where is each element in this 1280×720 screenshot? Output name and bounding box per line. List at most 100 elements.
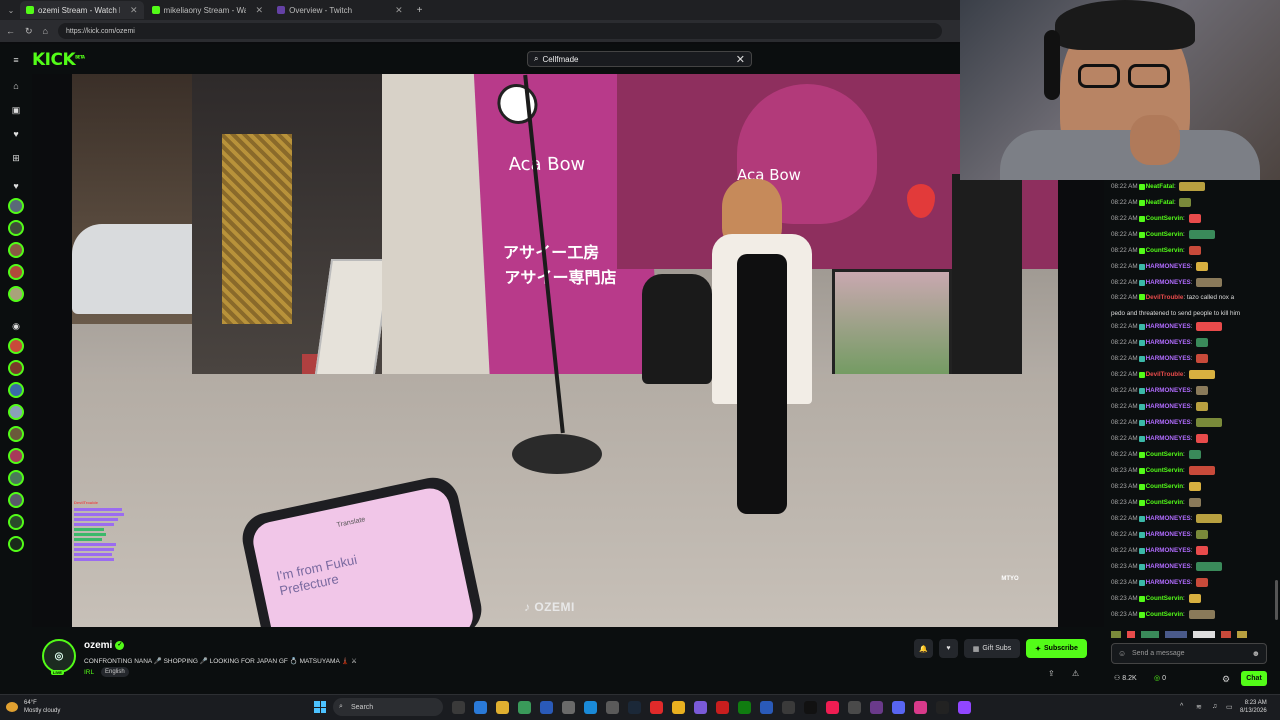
recommended-channel-avatar[interactable] (8, 536, 24, 552)
chat-username[interactable]: HARMONEYES (1146, 323, 1191, 330)
recommended-channel-avatar[interactable] (8, 404, 24, 420)
wifi-icon[interactable]: ≋ (1196, 703, 1202, 711)
tiktok-icon[interactable] (826, 701, 839, 714)
chat-username[interactable]: HARMONEYES (1146, 263, 1191, 270)
chat-username[interactable]: NeatFatal (1146, 199, 1174, 206)
emote-icon[interactable] (1237, 631, 1247, 638)
recommended-channel-avatar[interactable] (8, 470, 24, 486)
acrobat-icon[interactable] (716, 701, 729, 714)
chat-username[interactable]: HARMONEYES (1146, 279, 1191, 286)
windows-start-icon[interactable] (314, 701, 326, 713)
browse-icon[interactable]: ▣ (10, 104, 22, 116)
language-tag[interactable]: English (101, 667, 129, 677)
close-tab-icon[interactable]: ✕ (256, 5, 264, 16)
share-icon[interactable]: ⇪ (1048, 669, 1055, 678)
app-icon[interactable] (562, 701, 575, 714)
app-icon[interactable] (936, 701, 949, 714)
url-field[interactable]: https://kick.com/ozemi (57, 23, 942, 39)
tab-twitch[interactable]: Overview - Twitch ✕ (271, 1, 409, 19)
battery-icon[interactable]: ▭ (1226, 703, 1233, 711)
app-icon[interactable] (782, 701, 795, 714)
follow-heart-icon[interactable]: ♥ (939, 639, 958, 658)
tray-chevron-icon[interactable]: ^ (1180, 703, 1183, 710)
close-tab-icon[interactable]: ✕ (130, 5, 138, 16)
stream-category[interactable]: IRL (84, 669, 94, 676)
clips-icon[interactable]: ⊞ (10, 152, 22, 164)
followed-channel-avatar[interactable] (8, 286, 24, 302)
chat-gear-icon[interactable]: ⚙ (1222, 674, 1230, 685)
app-icon[interactable] (606, 701, 619, 714)
recommended-channel-avatar[interactable] (8, 382, 24, 398)
menu-icon[interactable]: ≡ (10, 54, 22, 66)
recommended-channel-avatar[interactable] (8, 514, 24, 530)
send-message-input[interactable]: ☺ Send a message ☻ (1111, 643, 1267, 664)
volume-icon[interactable]: ♫ (1212, 703, 1217, 710)
twitch-icon[interactable] (958, 701, 971, 714)
recommended-channel-avatar[interactable] (8, 426, 24, 442)
obs-icon[interactable] (804, 701, 817, 714)
emote-icon[interactable] (1111, 631, 1121, 638)
chat-username[interactable]: HARMONEYES (1146, 419, 1191, 426)
taskbar-search[interactable]: ⌕ Search (333, 698, 443, 716)
new-tab-button[interactable]: + (417, 5, 423, 16)
chat-username[interactable]: NeatFatal (1146, 183, 1174, 190)
tab-ozemi[interactable]: ozemi Stream - Watch Live on ✕ (20, 1, 144, 19)
app-icon[interactable] (870, 701, 883, 714)
tab-menu-icon[interactable]: ⌄ (4, 6, 18, 15)
chat-username[interactable]: CountServin (1146, 451, 1183, 458)
chat-username[interactable]: CountServin (1146, 247, 1183, 254)
chat-username[interactable]: CountServin (1146, 231, 1183, 238)
chat-username[interactable]: HARMONEYES (1146, 355, 1191, 362)
streamer-name[interactable]: ozemi ✓ (84, 640, 125, 651)
file-explorer-icon[interactable] (496, 701, 509, 714)
chat-username[interactable]: CountServin (1146, 499, 1183, 506)
chat-settings-icon[interactable]: ☺ (1118, 649, 1126, 658)
kick-logo[interactable]: KICKBETA (32, 50, 85, 70)
chat-scrollbar[interactable] (1275, 580, 1278, 620)
clear-search-icon[interactable]: ✕ (736, 53, 745, 66)
tab-mikeliaony[interactable]: mikeliaony Stream - Watch Liv ✕ (146, 1, 270, 19)
followed-channel-avatar[interactable] (8, 198, 24, 214)
gift-subs-button[interactable]: ▦ Gift Subs (964, 639, 1020, 658)
chat-username[interactable]: HARMONEYES (1146, 563, 1191, 570)
weather-widget[interactable]: 64°F Mostly cloudy (24, 699, 60, 715)
home-icon[interactable]: ⌂ (43, 26, 48, 36)
xbox-icon[interactable] (738, 701, 751, 714)
chat-username[interactable]: CountServin (1146, 483, 1183, 490)
streamer-avatar[interactable]: ◎ (42, 639, 76, 673)
report-icon[interactable]: ⚠ (1072, 669, 1079, 678)
close-tab-icon[interactable]: ✕ (395, 5, 403, 16)
app-icon[interactable] (848, 701, 861, 714)
chrome-icon[interactable] (672, 701, 685, 714)
chat-username[interactable]: HARMONEYES (1146, 531, 1191, 538)
search-input[interactable]: ⌕ Cellfmade ✕ (527, 51, 752, 67)
recommended-channel-avatar[interactable] (8, 492, 24, 508)
emote-icon[interactable] (1127, 631, 1135, 638)
chat-username[interactable]: DevilTrouble (1146, 371, 1184, 378)
taskview-icon[interactable] (452, 701, 465, 714)
chat-username[interactable]: HARMONEYES (1146, 435, 1191, 442)
edge-icon[interactable] (474, 701, 487, 714)
app-icon[interactable] (760, 701, 773, 714)
app-icon[interactable] (518, 701, 531, 714)
recommended-channel-avatar[interactable] (8, 360, 24, 376)
chat-username[interactable]: HARMONEYES (1146, 387, 1191, 394)
refresh-icon[interactable]: ↻ (25, 26, 33, 37)
youtube-icon[interactable] (650, 701, 663, 714)
steam-icon[interactable] (628, 701, 641, 714)
channel-points[interactable]: ◎ 0 (1154, 674, 1166, 682)
emote-icon[interactable] (1193, 631, 1215, 638)
emote-icon[interactable] (1221, 631, 1231, 638)
notifications-bell-icon[interactable]: 🔔 (914, 639, 933, 658)
followed-channel-avatar[interactable] (8, 264, 24, 280)
app-icon[interactable] (694, 701, 707, 714)
chat-username[interactable]: DevilTrouble (1146, 294, 1184, 301)
system-clock[interactable]: 8:23 AM 8/13/2026 (1240, 699, 1267, 715)
chat-username[interactable]: CountServin (1146, 215, 1183, 222)
chat-send-button[interactable]: Chat (1241, 671, 1267, 686)
subscribe-button[interactable]: ✦ Subscribe (1026, 639, 1087, 658)
followed-channel-avatar[interactable] (8, 220, 24, 236)
chat-username[interactable]: HARMONEYES (1146, 579, 1191, 586)
chat-username[interactable]: CountServin (1146, 611, 1183, 618)
home-icon[interactable]: ⌂ (10, 80, 22, 92)
